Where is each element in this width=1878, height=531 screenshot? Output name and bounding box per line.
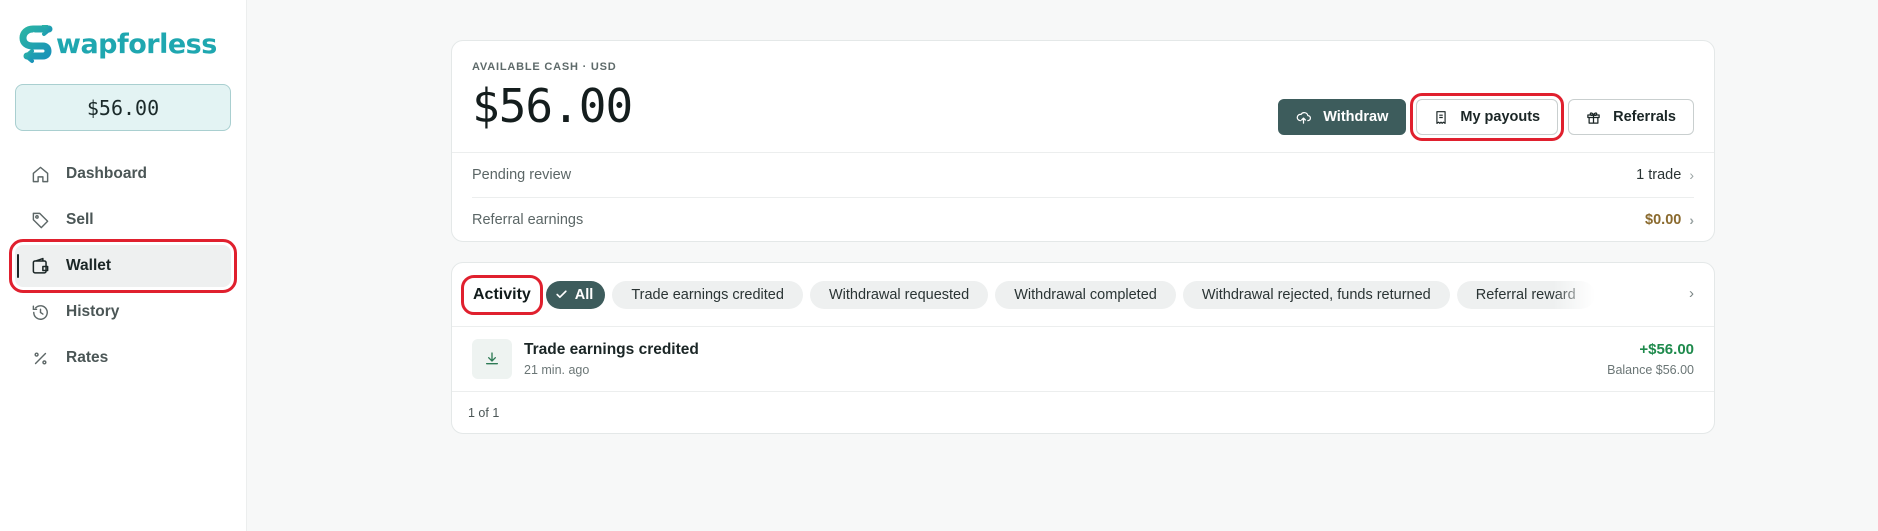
sidebar-item-dashboard[interactable]: Dashboard (15, 153, 231, 195)
sidebar: wapforless $56.00 Dashboard Sell Wallet … (0, 0, 247, 531)
activity-card: Activity All Trade earnings credited Wit… (451, 262, 1715, 434)
sidebar-item-label: Sell (66, 211, 94, 228)
wallet-icon (29, 255, 51, 277)
transaction-title: Trade earnings credited (524, 341, 699, 358)
receipt-icon (1434, 110, 1448, 125)
download-icon (472, 339, 512, 379)
referrals-label: Referrals (1613, 109, 1676, 125)
percent-icon (29, 347, 51, 369)
filter-withdrawal-rejected[interactable]: Withdrawal rejected, funds returned (1182, 280, 1450, 309)
referral-earnings-row[interactable]: Referral earnings $0.00 › (472, 197, 1694, 241)
pending-review-label: Pending review (472, 167, 572, 183)
filter-withdrawal-completed[interactable]: Withdrawal completed (995, 280, 1176, 309)
list-item[interactable]: Trade earnings credited 21 min. ago +$56… (452, 327, 1714, 392)
filter-all[interactable]: All (545, 280, 606, 309)
cash-amount: $56.00 (472, 79, 633, 133)
referral-earnings-label: Referral earnings (472, 211, 584, 228)
chevron-right-icon[interactable]: › (1689, 285, 1694, 302)
main-content: AVAILABLE CASH · USD $56.00 Withdraw My … (247, 0, 1878, 531)
filter-withdrawal-requested[interactable]: Withdrawal requested (809, 280, 989, 309)
tag-icon (29, 209, 51, 231)
withdraw-label: Withdraw (1323, 109, 1389, 125)
check-icon (555, 288, 568, 301)
sidebar-item-label: History (66, 303, 120, 320)
chevron-right-icon: › (1689, 211, 1694, 228)
logo[interactable]: wapforless (19, 22, 231, 68)
sidebar-item-label: Dashboard (66, 165, 147, 182)
activity-title: Activity (461, 274, 543, 315)
sidebar-item-history[interactable]: History (15, 291, 231, 333)
sidebar-item-label: Wallet (66, 257, 112, 274)
withdraw-button[interactable]: Withdraw (1278, 99, 1407, 135)
referral-earnings-value: $0.00 (1645, 211, 1682, 228)
transaction-amount: +$56.00 (1639, 341, 1694, 358)
sidebar-item-wallet[interactable]: Wallet (9, 239, 237, 293)
my-payouts-button[interactable]: My payouts (1410, 93, 1565, 141)
pending-review-row[interactable]: Pending review 1 trade › (472, 153, 1694, 197)
wallet-card: AVAILABLE CASH · USD $56.00 Withdraw My … (451, 40, 1715, 242)
history-icon (29, 301, 51, 323)
filter-label: All (574, 286, 594, 303)
sidebar-nav: Dashboard Sell Wallet History Rates (9, 153, 237, 379)
upload-cloud-icon (1296, 110, 1312, 125)
sidebar-balance: $56.00 (15, 84, 231, 131)
logo-mark (19, 23, 57, 65)
cash-header: AVAILABLE CASH · USD $56.00 Withdraw My … (452, 41, 1714, 153)
transaction-time: 21 min. ago (524, 363, 590, 377)
pagination: 1 of 1 (468, 405, 500, 420)
cash-label: AVAILABLE CASH · USD (472, 61, 617, 73)
cash-actions: Withdraw My payouts Referrals (1278, 93, 1694, 152)
gift-icon (1586, 110, 1601, 125)
chevron-right-icon: › (1689, 167, 1694, 183)
logo-text: wapforless (56, 28, 217, 60)
home-icon (29, 163, 51, 185)
sidebar-item-sell[interactable]: Sell (15, 199, 231, 241)
sidebar-item-label: Rates (66, 349, 109, 366)
activity-header: Activity All Trade earnings credited Wit… (452, 263, 1714, 327)
filter-referral-reward[interactable]: Referral reward (1456, 280, 1595, 309)
pending-review-value: 1 trade (1636, 167, 1682, 183)
activity-filters: All Trade earnings credited Withdrawal r… (545, 280, 1686, 309)
sidebar-item-rates[interactable]: Rates (15, 337, 231, 379)
my-payouts-label: My payouts (1460, 109, 1541, 125)
transaction-balance: Balance $56.00 (1607, 363, 1694, 377)
filter-trade-earnings-credited[interactable]: Trade earnings credited (612, 280, 803, 309)
referrals-button[interactable]: Referrals (1568, 99, 1694, 135)
